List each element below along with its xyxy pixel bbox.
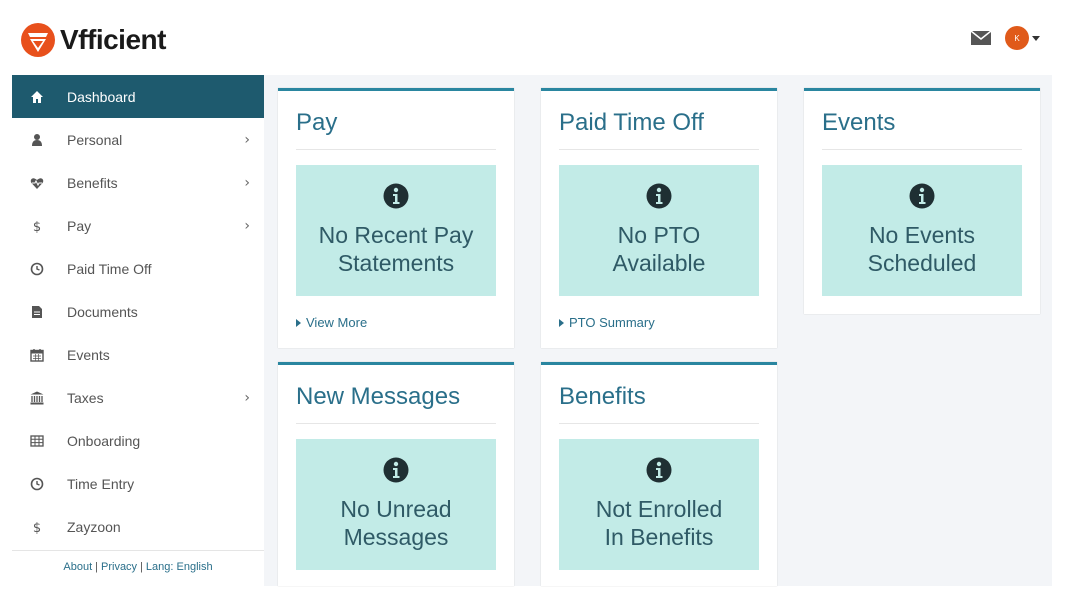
- calendar-icon: [30, 348, 44, 362]
- chevron-right-icon: ›: [244, 389, 250, 406]
- user-avatar[interactable]: K: [1005, 26, 1029, 50]
- card-title: Benefits: [559, 383, 646, 410]
- sidebar-item-documents[interactable]: Documents: [12, 290, 264, 333]
- footer-separator: |: [140, 561, 143, 573]
- svg-text:$: $: [33, 521, 41, 534]
- caret-down-icon[interactable]: [1032, 35, 1040, 41]
- brand-logo[interactable]: Vfficient: [20, 22, 166, 58]
- chevron-right-icon: ›: [244, 217, 250, 234]
- pto-summary-link[interactable]: PTO Summary: [559, 315, 655, 330]
- messages-status-text: No Unread Messages: [340, 496, 452, 550]
- brand-name: Vfficient: [60, 24, 166, 55]
- info-icon: [646, 183, 672, 209]
- header-actions: K: [971, 26, 1040, 50]
- sidebar-nav: Dashboard Personal › Benefits › $ Pay › …: [12, 75, 264, 586]
- sidebar-item-label: Pay: [67, 217, 92, 234]
- heartbeat-icon: [30, 176, 44, 190]
- pto-status-box: No PTO Available: [559, 165, 759, 296]
- dollar-icon: $: [30, 520, 44, 534]
- file-icon: [30, 305, 44, 319]
- language-link[interactable]: Lang: English: [146, 561, 213, 573]
- pay-card: Pay No Recent Pay Statements View More: [278, 88, 514, 348]
- pto-summary-label: PTO Summary: [569, 315, 655, 330]
- sidebar-item-pay[interactable]: $ Pay ›: [12, 204, 264, 247]
- benefits-status-text: Not Enrolled In Benefits: [595, 496, 723, 550]
- pto-card: Paid Time Off No PTO Available PTO Summa…: [541, 88, 777, 348]
- messages-status-box: No Unread Messages: [296, 439, 496, 570]
- card-title: Paid Time Off: [559, 109, 704, 136]
- user-icon: [30, 133, 44, 147]
- logo-mark-icon: [21, 23, 55, 57]
- clock-icon: [30, 262, 44, 276]
- benefits-status-box: Not Enrolled In Benefits: [559, 439, 759, 570]
- sidebar-item-dashboard[interactable]: Dashboard: [12, 75, 264, 118]
- sidebar-item-label: Time Entry: [67, 475, 135, 492]
- benefits-card: Benefits Not Enrolled In Benefits: [541, 362, 777, 586]
- info-icon: [909, 183, 935, 209]
- svg-text:$: $: [33, 220, 41, 233]
- card-divider: [822, 149, 1022, 150]
- clock-icon: [30, 477, 44, 491]
- card-title: Events: [822, 109, 896, 136]
- sidebar-item-time-entry[interactable]: Time Entry: [12, 462, 264, 505]
- sidebar-item-events[interactable]: Events: [12, 333, 264, 376]
- sidebar-item-label: Documents: [67, 303, 138, 320]
- messages-card: New Messages No Unread Messages: [278, 362, 514, 586]
- sidebar-item-paid-time-off[interactable]: Paid Time Off: [12, 247, 264, 290]
- table-icon: [30, 434, 44, 448]
- sidebar-item-taxes[interactable]: Taxes ›: [12, 376, 264, 419]
- card-divider: [296, 423, 496, 424]
- privacy-link[interactable]: Privacy: [101, 561, 137, 573]
- events-status-text: No Events Scheduled: [867, 222, 977, 276]
- info-icon: [383, 457, 409, 483]
- card-divider: [296, 149, 496, 150]
- caret-right-icon: [296, 318, 301, 327]
- card-divider: [559, 149, 759, 150]
- about-link[interactable]: About: [63, 561, 92, 573]
- sidebar-item-label: Personal: [67, 131, 123, 148]
- sidebar-item-benefits[interactable]: Benefits ›: [12, 161, 264, 204]
- chevron-right-icon: ›: [244, 131, 250, 148]
- card-title: Pay: [296, 109, 338, 136]
- sidebar-item-label: Taxes: [67, 389, 104, 406]
- pay-status-box: No Recent Pay Statements: [296, 165, 496, 296]
- caret-right-icon: [559, 318, 564, 327]
- dashboard-main: Pay No Recent Pay Statements View More P…: [264, 75, 1052, 586]
- card-divider: [559, 423, 759, 424]
- sidebar-item-label: Benefits: [67, 174, 118, 191]
- sidebar-item-onboarding[interactable]: Onboarding: [12, 419, 264, 462]
- bank-icon: [30, 391, 44, 405]
- sidebar-item-label: Zayzoon: [67, 518, 121, 535]
- sidebar-item-label: Paid Time Off: [67, 260, 152, 277]
- pto-status-text: No PTO Available: [612, 222, 706, 276]
- envelope-icon[interactable]: [971, 31, 991, 45]
- sidebar-item-personal[interactable]: Personal ›: [12, 118, 264, 161]
- pay-status-text: No Recent Pay Statements: [318, 222, 474, 276]
- events-card: Events No Events Scheduled: [804, 88, 1040, 314]
- home-icon: [30, 90, 44, 104]
- chevron-right-icon: ›: [244, 174, 250, 191]
- events-status-box: No Events Scheduled: [822, 165, 1022, 296]
- sidebar-footer: About | Privacy | Lang: English: [12, 550, 264, 573]
- app-header: Vfficient K: [0, 0, 1080, 75]
- sidebar-item-label: Events: [67, 346, 110, 363]
- dollar-icon: $: [30, 219, 44, 233]
- card-title: New Messages: [296, 383, 461, 410]
- avatar-initial: K: [1014, 33, 1020, 43]
- sidebar-item-zayzoon[interactable]: $ Zayzoon: [12, 505, 264, 548]
- view-more-link[interactable]: View More: [296, 315, 367, 330]
- info-icon: [383, 183, 409, 209]
- info-icon: [646, 457, 672, 483]
- footer-separator: |: [95, 561, 98, 573]
- view-more-label: View More: [306, 315, 368, 330]
- sidebar-item-label: Dashboard: [67, 88, 136, 105]
- sidebar-item-label: Onboarding: [67, 432, 141, 449]
